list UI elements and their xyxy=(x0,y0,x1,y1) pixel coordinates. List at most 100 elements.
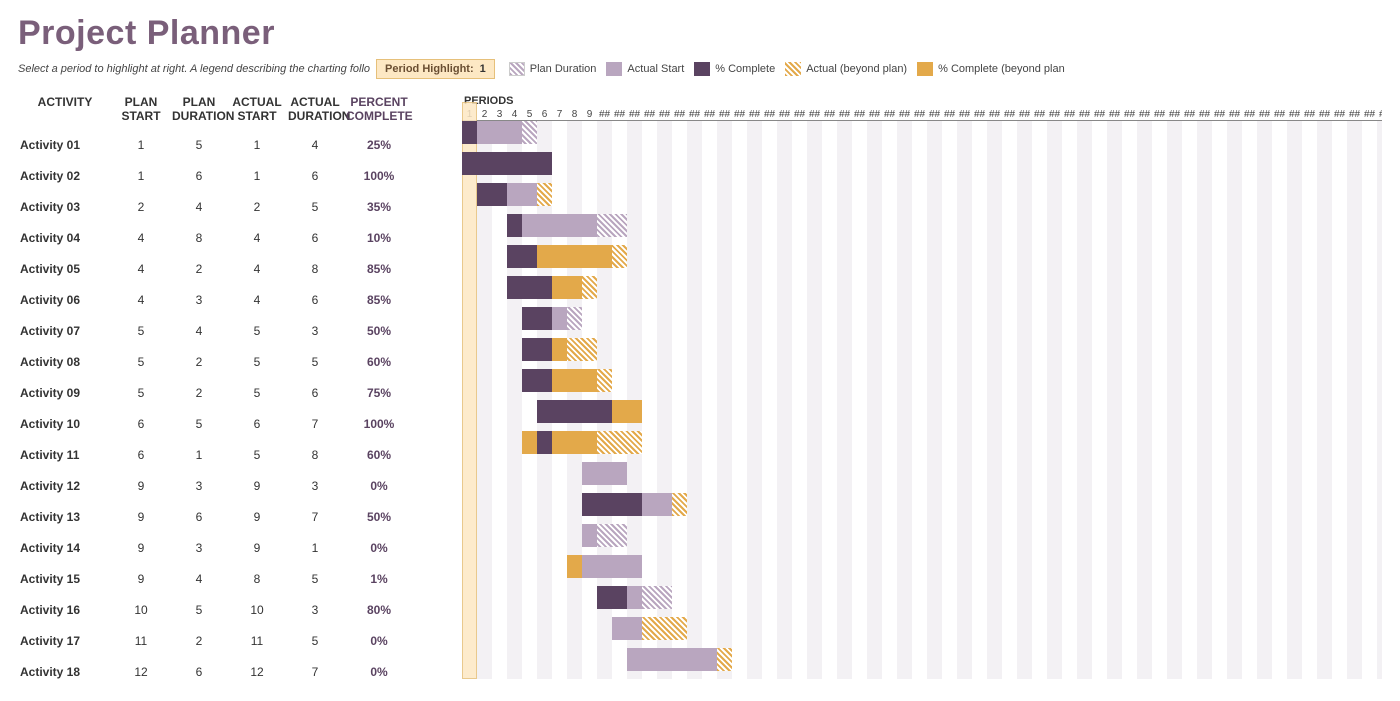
percent-complete[interactable]: 85% xyxy=(344,262,414,276)
actual-start[interactable]: 1 xyxy=(228,138,286,152)
actual-duration[interactable]: 3 xyxy=(286,603,344,617)
plan-start[interactable]: 12 xyxy=(112,665,170,679)
plan-duration[interactable]: 6 xyxy=(170,510,228,524)
plan-start[interactable]: 10 xyxy=(112,603,170,617)
actual-duration[interactable]: 6 xyxy=(286,293,344,307)
plan-start[interactable]: 9 xyxy=(112,541,170,555)
percent-complete[interactable]: 0% xyxy=(344,665,414,679)
table-row[interactable]: Activity 08525560% xyxy=(18,346,462,377)
actual-duration[interactable]: 6 xyxy=(286,169,344,183)
percent-complete[interactable]: 60% xyxy=(344,355,414,369)
table-row[interactable]: Activity 01151425% xyxy=(18,129,462,160)
plan-start[interactable]: 4 xyxy=(112,293,170,307)
plan-start[interactable]: 2 xyxy=(112,200,170,214)
plan-duration[interactable]: 5 xyxy=(170,603,228,617)
actual-start[interactable]: 5 xyxy=(228,448,286,462)
plan-duration[interactable]: 8 xyxy=(170,231,228,245)
period-highlight-box[interactable]: Period Highlight: 1 xyxy=(376,59,495,79)
table-row[interactable]: Activity 05424885% xyxy=(18,253,462,284)
table-row[interactable]: Activity 09525675% xyxy=(18,377,462,408)
plan-start[interactable]: 6 xyxy=(112,417,170,431)
table-row[interactable]: Activity 171121150% xyxy=(18,625,462,656)
table-row[interactable]: Activity 04484610% xyxy=(18,222,462,253)
actual-start[interactable]: 9 xyxy=(228,479,286,493)
actual-duration[interactable]: 6 xyxy=(286,231,344,245)
percent-complete[interactable]: 35% xyxy=(344,200,414,214)
table-row[interactable]: Activity 1594851% xyxy=(18,563,462,594)
table-row[interactable]: Activity 06434685% xyxy=(18,284,462,315)
actual-start[interactable]: 9 xyxy=(228,510,286,524)
plan-start[interactable]: 5 xyxy=(112,355,170,369)
plan-duration[interactable]: 4 xyxy=(170,324,228,338)
percent-complete[interactable]: 0% xyxy=(344,541,414,555)
actual-start[interactable]: 1 xyxy=(228,169,286,183)
plan-duration[interactable]: 6 xyxy=(170,665,228,679)
plan-start[interactable]: 5 xyxy=(112,386,170,400)
actual-start[interactable]: 5 xyxy=(228,355,286,369)
actual-duration[interactable]: 5 xyxy=(286,572,344,586)
actual-start[interactable]: 11 xyxy=(228,634,286,648)
actual-duration[interactable]: 7 xyxy=(286,417,344,431)
percent-complete[interactable]: 75% xyxy=(344,386,414,400)
plan-duration[interactable]: 5 xyxy=(170,417,228,431)
percent-complete[interactable]: 50% xyxy=(344,510,414,524)
percent-complete[interactable]: 85% xyxy=(344,293,414,307)
actual-duration[interactable]: 3 xyxy=(286,324,344,338)
percent-complete[interactable]: 100% xyxy=(344,417,414,431)
actual-duration[interactable]: 6 xyxy=(286,386,344,400)
plan-start[interactable]: 4 xyxy=(112,262,170,276)
table-row[interactable]: Activity 1493910% xyxy=(18,532,462,563)
actual-start[interactable]: 6 xyxy=(228,417,286,431)
plan-duration[interactable]: 4 xyxy=(170,572,228,586)
actual-duration[interactable]: 1 xyxy=(286,541,344,555)
plan-start[interactable]: 9 xyxy=(112,510,170,524)
period-highlight-value[interactable]: 1 xyxy=(480,63,486,75)
actual-duration[interactable]: 8 xyxy=(286,262,344,276)
plan-duration[interactable]: 4 xyxy=(170,200,228,214)
plan-duration[interactable]: 1 xyxy=(170,448,228,462)
actual-duration[interactable]: 7 xyxy=(286,665,344,679)
percent-complete[interactable]: 1% xyxy=(344,572,414,586)
table-row[interactable]: Activity 1610510380% xyxy=(18,594,462,625)
table-row[interactable]: Activity 181261270% xyxy=(18,656,462,687)
actual-start[interactable]: 2 xyxy=(228,200,286,214)
actual-start[interactable]: 8 xyxy=(228,572,286,586)
plan-duration[interactable]: 6 xyxy=(170,169,228,183)
actual-start[interactable]: 4 xyxy=(228,231,286,245)
percent-complete[interactable]: 60% xyxy=(344,448,414,462)
plan-start[interactable]: 6 xyxy=(112,448,170,462)
plan-duration[interactable]: 2 xyxy=(170,634,228,648)
plan-duration[interactable]: 3 xyxy=(170,479,228,493)
actual-duration[interactable]: 3 xyxy=(286,479,344,493)
table-row[interactable]: Activity 07545350% xyxy=(18,315,462,346)
percent-complete[interactable]: 10% xyxy=(344,231,414,245)
plan-start[interactable]: 11 xyxy=(112,634,170,648)
table-row[interactable]: Activity 13969750% xyxy=(18,501,462,532)
table-row[interactable]: Activity 11615860% xyxy=(18,439,462,470)
plan-duration[interactable]: 2 xyxy=(170,262,228,276)
plan-duration[interactable]: 2 xyxy=(170,386,228,400)
actual-start[interactable]: 5 xyxy=(228,386,286,400)
plan-start[interactable]: 9 xyxy=(112,572,170,586)
actual-start[interactable]: 9 xyxy=(228,541,286,555)
actual-duration[interactable]: 5 xyxy=(286,634,344,648)
table-row[interactable]: Activity 021616100% xyxy=(18,160,462,191)
percent-complete[interactable]: 25% xyxy=(344,138,414,152)
plan-start[interactable]: 1 xyxy=(112,169,170,183)
table-row[interactable]: Activity 106567100% xyxy=(18,408,462,439)
actual-start[interactable]: 4 xyxy=(228,293,286,307)
plan-duration[interactable]: 3 xyxy=(170,293,228,307)
actual-start[interactable]: 5 xyxy=(228,324,286,338)
percent-complete[interactable]: 0% xyxy=(344,479,414,493)
actual-duration[interactable]: 5 xyxy=(286,200,344,214)
table-row[interactable]: Activity 03242535% xyxy=(18,191,462,222)
actual-start[interactable]: 4 xyxy=(228,262,286,276)
plan-start[interactable]: 5 xyxy=(112,324,170,338)
plan-start[interactable]: 1 xyxy=(112,138,170,152)
actual-duration[interactable]: 8 xyxy=(286,448,344,462)
actual-start[interactable]: 10 xyxy=(228,603,286,617)
actual-duration[interactable]: 5 xyxy=(286,355,344,369)
plan-duration[interactable]: 3 xyxy=(170,541,228,555)
plan-duration[interactable]: 5 xyxy=(170,138,228,152)
actual-start[interactable]: 12 xyxy=(228,665,286,679)
